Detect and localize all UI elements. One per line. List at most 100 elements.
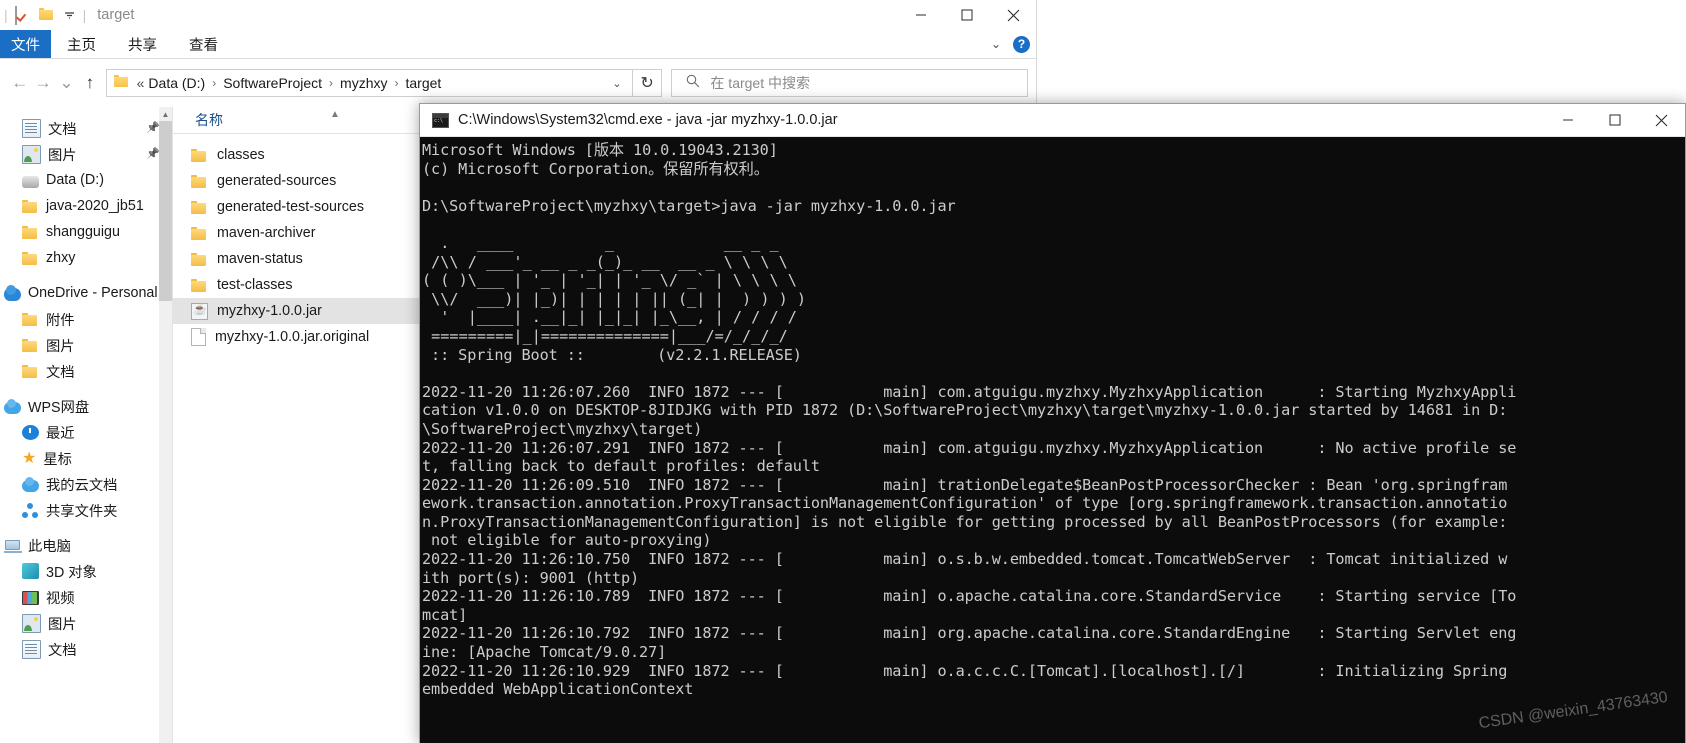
nav-item-label: 我的云文档 bbox=[46, 477, 118, 494]
breadcrumb-item-2[interactable]: myzhxy bbox=[338, 75, 389, 91]
onedrive-icon bbox=[4, 284, 21, 301]
nav-item-16[interactable]: 3D 对象 bbox=[0, 558, 172, 584]
help-icon[interactable]: ? bbox=[1013, 35, 1030, 53]
nav-item-7[interactable]: 附件 bbox=[0, 306, 172, 332]
document-icon bbox=[22, 118, 41, 138]
minimize-icon[interactable] bbox=[1544, 104, 1591, 136]
minimize-icon[interactable] bbox=[898, 0, 944, 30]
nav-item-5[interactable]: zhxy bbox=[0, 245, 172, 271]
maximize-icon[interactable] bbox=[1591, 104, 1638, 136]
checkbox-checked-icon[interactable] bbox=[14, 5, 32, 25]
nav-item-label: 附件 bbox=[46, 312, 75, 329]
breadcrumb-sep-1[interactable]: › bbox=[324, 76, 338, 90]
cmd-window-title: C:\Windows\System32\cmd.exe - java -jar … bbox=[458, 112, 838, 128]
folder-icon bbox=[22, 225, 39, 239]
search-input[interactable]: 在 target 中搜索 bbox=[710, 73, 810, 93]
pin-icon[interactable]: 📌 bbox=[146, 147, 160, 160]
nav-item-9[interactable]: 文档 bbox=[0, 358, 172, 384]
nav-group-gap bbox=[0, 271, 172, 280]
file-name-label: generated-sources bbox=[217, 173, 337, 189]
chevron-down-icon[interactable] bbox=[63, 9, 76, 22]
tab-view[interactable]: 查看 bbox=[173, 30, 234, 58]
breadcrumb-prefix: « bbox=[136, 75, 145, 91]
folder-icon[interactable] bbox=[38, 7, 56, 24]
navigation-scrollbar[interactable]: ▲ bbox=[159, 107, 172, 743]
clock-icon bbox=[22, 425, 39, 440]
chevron-down-icon[interactable]: ⌄ bbox=[991, 37, 1001, 51]
breadcrumb-sep-2[interactable]: › bbox=[390, 76, 404, 90]
file-name-label: maven-archiver bbox=[217, 225, 316, 241]
scrollbar-thumb[interactable] bbox=[159, 121, 172, 301]
drive-icon bbox=[22, 175, 39, 188]
chevron-down-icon[interactable]: ⌄ bbox=[612, 77, 621, 90]
nav-item-label: 图片 bbox=[48, 147, 77, 164]
nav-item-label: 3D 对象 bbox=[46, 564, 97, 581]
pin-icon[interactable]: 📌 bbox=[146, 121, 160, 134]
nav-item-label: 最近 bbox=[46, 425, 75, 442]
nav-item-4[interactable]: shangguigu bbox=[0, 219, 172, 245]
cmd-console-output[interactable]: Microsoft Windows [版本 10.0.19043.2130] (… bbox=[420, 137, 1685, 743]
tab-share[interactable]: 共享 bbox=[112, 30, 173, 58]
nav-item-8[interactable]: 图片 bbox=[0, 332, 172, 358]
nav-item-14[interactable]: 共享文件夹 bbox=[0, 497, 172, 523]
qat-divider-left: | bbox=[4, 7, 8, 23]
folder-icon bbox=[22, 364, 39, 378]
folder-icon bbox=[191, 174, 208, 188]
nav-item-11[interactable]: 最近 bbox=[0, 419, 172, 445]
nav-item-label: shangguigu bbox=[46, 224, 120, 240]
forward-button[interactable]: → bbox=[31, 68, 54, 98]
tab-file[interactable]: 文件 bbox=[0, 30, 51, 58]
folder-icon bbox=[191, 252, 208, 266]
column-header-name[interactable]: 名称 bbox=[173, 110, 223, 130]
cloud-icon bbox=[22, 476, 39, 492]
nav-item-19[interactable]: 文档 bbox=[0, 636, 172, 662]
close-icon[interactable] bbox=[990, 0, 1036, 30]
nav-item-13[interactable]: 我的云文档 bbox=[0, 471, 172, 497]
nav-item-2[interactable]: Data (D:) bbox=[0, 167, 172, 193]
nav-item-label: WPS网盘 bbox=[28, 399, 90, 416]
close-icon[interactable] bbox=[1638, 104, 1685, 136]
star-icon: ★ bbox=[22, 449, 37, 467]
folder-icon bbox=[22, 338, 39, 352]
cmd-icon bbox=[432, 112, 449, 128]
up-button[interactable]: ↑ bbox=[78, 68, 101, 98]
nav-item-1[interactable]: 图片 📌 bbox=[0, 141, 172, 167]
nav-item-label: zhxy bbox=[46, 250, 76, 266]
search-box[interactable]: 在 target 中搜索 bbox=[671, 69, 1029, 97]
recent-locations-button[interactable]: ⌄ bbox=[55, 68, 78, 98]
nav-item-3[interactable]: java-2020_jb51 bbox=[0, 193, 172, 219]
nav-item-12[interactable]: ★ 星标 bbox=[0, 445, 172, 471]
search-icon bbox=[686, 74, 700, 93]
nav-item-10[interactable]: WPS网盘 bbox=[0, 393, 172, 419]
breadcrumb-sep-0[interactable]: › bbox=[207, 76, 221, 90]
nav-item-label: java-2020_jb51 bbox=[46, 198, 144, 214]
refresh-button[interactable]: ↻ bbox=[632, 69, 663, 97]
quick-access-toolbar: | | target bbox=[0, 0, 134, 30]
maximize-icon[interactable] bbox=[944, 0, 990, 30]
nav-item-label: 文档 bbox=[48, 642, 77, 659]
explorer-window-controls bbox=[898, 0, 1036, 30]
scroll-up-arrow[interactable]: ▲ bbox=[159, 107, 172, 121]
nav-item-15[interactable]: 此电脑 bbox=[0, 532, 172, 558]
back-button[interactable]: ← bbox=[8, 68, 31, 98]
document-icon bbox=[22, 639, 41, 659]
nav-item-0[interactable]: 文档 📌 bbox=[0, 115, 172, 141]
picture-icon bbox=[22, 613, 41, 633]
breadcrumb-item-0[interactable]: Data (D:) bbox=[146, 75, 207, 91]
folder-icon bbox=[22, 312, 39, 326]
nav-item-18[interactable]: 图片 bbox=[0, 610, 172, 636]
nav-item-label: 此电脑 bbox=[28, 538, 71, 555]
nav-item-17[interactable]: 视频 bbox=[0, 584, 172, 610]
address-bar[interactable]: « Data (D:) › SoftwareProject › myzhxy ›… bbox=[105, 69, 633, 97]
breadcrumb-item-3[interactable]: target bbox=[404, 75, 444, 91]
nav-item-6[interactable]: OneDrive - Personal bbox=[0, 280, 172, 306]
breadcrumb-item-1[interactable]: SoftwareProject bbox=[221, 75, 324, 91]
sort-ascending-icon: ▲ bbox=[330, 109, 340, 120]
file-name-label: test-classes bbox=[217, 277, 293, 293]
tab-home[interactable]: 主页 bbox=[51, 30, 112, 58]
qat-divider-right: | bbox=[82, 7, 87, 23]
ribbon-right-controls: ⌄ ? bbox=[991, 30, 1030, 58]
nav-item-label: 视频 bbox=[46, 590, 75, 607]
folder-icon bbox=[22, 199, 39, 213]
folder-icon bbox=[113, 74, 129, 92]
